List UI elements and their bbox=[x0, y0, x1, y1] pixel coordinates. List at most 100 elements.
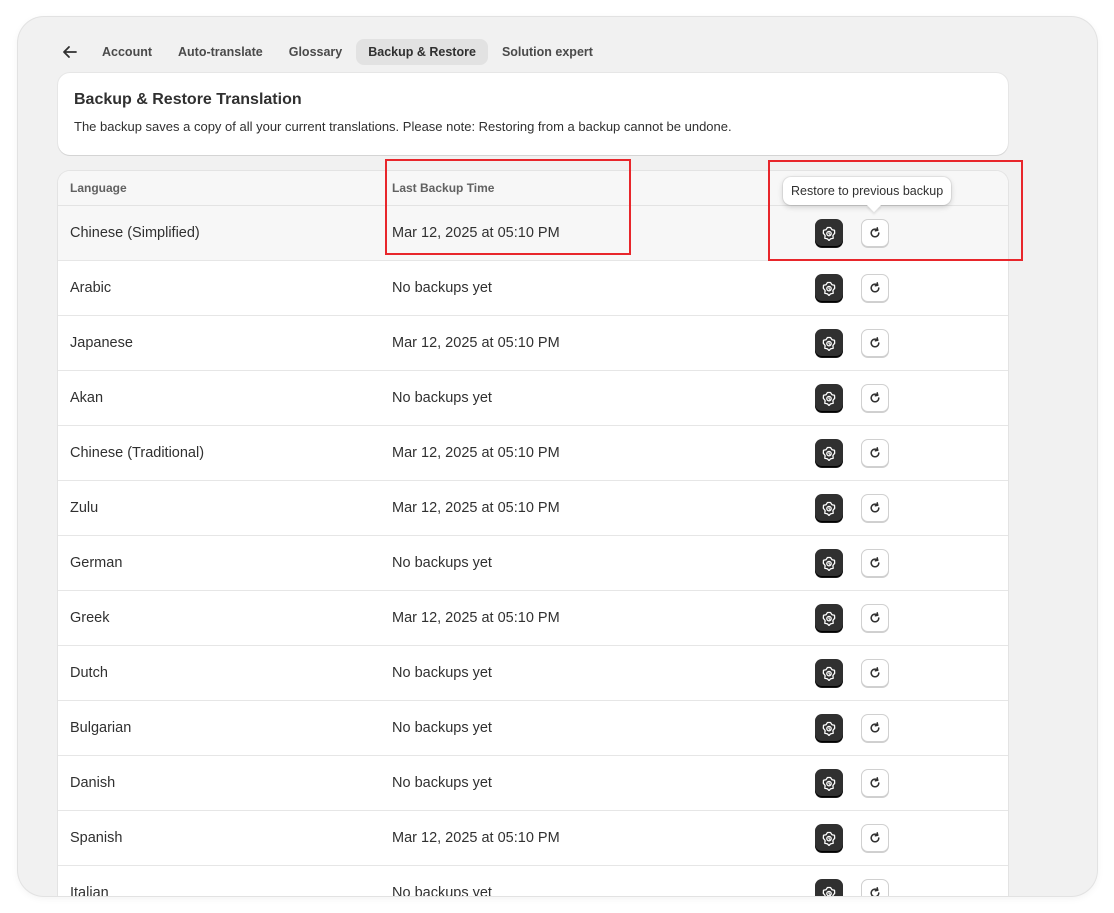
back-button[interactable] bbox=[58, 40, 82, 64]
header-language: Language bbox=[70, 181, 127, 195]
row-actions bbox=[792, 714, 889, 742]
row-language: Japanese bbox=[70, 335, 133, 351]
tab-backup-restore[interactable]: Backup & Restore bbox=[356, 39, 488, 65]
table-row: Chinese (Simplified) Mar 12, 2025 at 05:1… bbox=[58, 206, 1008, 261]
restore-icon bbox=[868, 501, 882, 515]
row-language: Danish bbox=[70, 775, 116, 791]
row-last-backup-time: No backups yet bbox=[392, 775, 492, 791]
backup-icon bbox=[821, 445, 837, 461]
restore-button[interactable] bbox=[861, 659, 889, 687]
table-row: Dutch No backups yet bbox=[58, 646, 1008, 701]
backup-icon bbox=[821, 885, 837, 896]
restore-button[interactable] bbox=[861, 494, 889, 522]
backup-icon bbox=[821, 720, 837, 736]
restore-button[interactable] bbox=[861, 824, 889, 852]
restore-button[interactable] bbox=[861, 384, 889, 412]
table-row: Spanish Mar 12, 2025 at 05:10 PM bbox=[58, 811, 1008, 866]
tab-glossary[interactable]: Glossary bbox=[277, 39, 355, 65]
row-last-backup-time: No backups yet bbox=[392, 885, 492, 896]
table-row: Zulu Mar 12, 2025 at 05:10 PM bbox=[58, 481, 1008, 536]
restore-button[interactable] bbox=[861, 549, 889, 577]
top-nav: Account Auto-translate Glossary Backup &… bbox=[58, 38, 607, 66]
restore-icon bbox=[868, 831, 882, 845]
row-last-backup-time: No backups yet bbox=[392, 555, 492, 571]
backup-button[interactable] bbox=[815, 879, 843, 896]
row-last-backup-time: No backups yet bbox=[392, 665, 492, 681]
row-language: Dutch bbox=[70, 665, 108, 681]
restore-icon bbox=[868, 886, 882, 896]
restore-button[interactable] bbox=[861, 714, 889, 742]
restore-icon bbox=[868, 776, 882, 790]
restore-icon bbox=[868, 281, 882, 295]
row-language: Greek bbox=[70, 610, 110, 626]
tab-auto-translate[interactable]: Auto-translate bbox=[166, 39, 275, 65]
table-row: Bulgarian No backups yet bbox=[58, 701, 1008, 756]
restore-icon bbox=[868, 226, 882, 240]
backup-button[interactable] bbox=[815, 439, 843, 467]
backup-button[interactable] bbox=[815, 824, 843, 852]
restore-button[interactable] bbox=[861, 219, 889, 247]
backup-table: Language Last Backup Time Chinese (Simpl… bbox=[58, 171, 1008, 896]
tab-account[interactable]: Account bbox=[90, 39, 164, 65]
backup-icon bbox=[821, 665, 837, 681]
row-last-backup-time: Mar 12, 2025 at 05:10 PM bbox=[392, 610, 560, 626]
row-actions bbox=[792, 824, 889, 852]
tab-solution-expert[interactable]: Solution expert bbox=[490, 39, 605, 65]
backup-button[interactable] bbox=[815, 274, 843, 302]
restore-icon bbox=[868, 391, 882, 405]
restore-button[interactable] bbox=[861, 439, 889, 467]
backup-button[interactable] bbox=[815, 714, 843, 742]
table-row: Italian No backups yet bbox=[58, 866, 1008, 896]
backup-icon bbox=[821, 390, 837, 406]
table-row: Chinese (Traditional) Mar 12, 2025 at 05:… bbox=[58, 426, 1008, 481]
arrow-left-icon bbox=[63, 46, 77, 58]
row-language: Spanish bbox=[70, 830, 123, 846]
row-actions bbox=[792, 439, 889, 467]
card-description: The backup saves a copy of all your curr… bbox=[74, 119, 732, 134]
row-last-backup-time: Mar 12, 2025 at 05:10 PM bbox=[392, 500, 560, 516]
restore-button[interactable] bbox=[861, 879, 889, 896]
restore-button[interactable] bbox=[861, 274, 889, 302]
row-last-backup-time: No backups yet bbox=[392, 720, 492, 736]
row-actions bbox=[792, 659, 889, 687]
backup-button[interactable] bbox=[815, 219, 843, 247]
row-last-backup-time: Mar 12, 2025 at 05:10 PM bbox=[392, 335, 560, 351]
restore-icon bbox=[868, 446, 882, 460]
row-language: Italian bbox=[70, 885, 109, 896]
info-card: Backup & Restore Translation The backup … bbox=[58, 73, 1008, 155]
row-last-backup-time: Mar 12, 2025 at 05:10 PM bbox=[392, 445, 560, 461]
row-actions bbox=[792, 329, 889, 357]
row-actions bbox=[792, 549, 889, 577]
restore-icon bbox=[868, 611, 882, 625]
restore-button[interactable] bbox=[861, 769, 889, 797]
row-actions bbox=[792, 384, 889, 412]
backup-button[interactable] bbox=[815, 604, 843, 632]
table-row: Greek Mar 12, 2025 at 05:10 PM bbox=[58, 591, 1008, 646]
restore-icon bbox=[868, 721, 882, 735]
table-row: Akan No backups yet bbox=[58, 371, 1008, 426]
restore-tooltip: Restore to previous backup bbox=[783, 177, 952, 205]
table-row: Danish No backups yet bbox=[58, 756, 1008, 811]
table-row: Arabic No backups yet bbox=[58, 261, 1008, 316]
backup-button[interactable] bbox=[815, 549, 843, 577]
backup-button[interactable] bbox=[815, 384, 843, 412]
backup-button[interactable] bbox=[815, 769, 843, 797]
backup-icon bbox=[821, 500, 837, 516]
card-title: Backup & Restore Translation bbox=[74, 91, 302, 108]
row-last-backup-time: Mar 12, 2025 at 05:10 PM bbox=[392, 830, 560, 846]
row-language: Zulu bbox=[70, 500, 99, 516]
restore-icon bbox=[868, 336, 882, 350]
backup-button[interactable] bbox=[815, 494, 843, 522]
backup-icon bbox=[821, 775, 837, 791]
backup-button[interactable] bbox=[815, 659, 843, 687]
backup-icon bbox=[821, 225, 837, 241]
row-language: Bulgarian bbox=[70, 720, 132, 736]
restore-button[interactable] bbox=[861, 604, 889, 632]
app-window: Account Auto-translate Glossary Backup &… bbox=[18, 17, 1097, 896]
row-actions bbox=[792, 604, 889, 632]
row-language: Akan bbox=[70, 390, 104, 406]
backup-button[interactable] bbox=[815, 329, 843, 357]
table-row: Japanese Mar 12, 2025 at 05:10 PM bbox=[58, 316, 1008, 371]
restore-button[interactable] bbox=[861, 329, 889, 357]
header-last-backup: Last Backup Time bbox=[392, 181, 495, 195]
